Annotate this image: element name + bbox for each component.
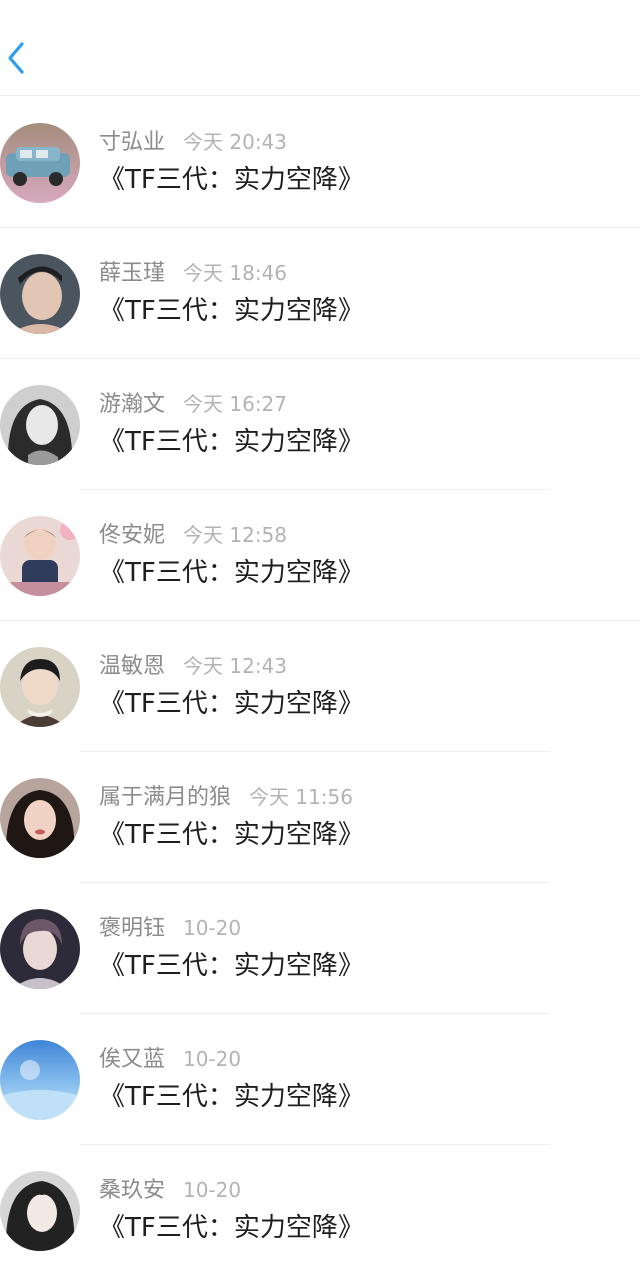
user-name[interactable]: 佟安妮 <box>99 523 165 548</box>
list-item[interactable]: 温敏恩 今天 12:43 《TF三代：实力空降》 <box>0 621 640 752</box>
user-name[interactable]: 俟又蓝 <box>99 1047 165 1072</box>
video-title[interactable]: 《TF三代：实力空降》 <box>99 689 364 719</box>
user-name[interactable]: 游瀚文 <box>99 392 165 417</box>
video-title[interactable]: 《TF三代：实力空降》 <box>99 1082 364 1112</box>
video-title[interactable]: 《TF三代：实力空降》 <box>99 427 364 457</box>
user-name[interactable]: 温敏恩 <box>99 654 165 679</box>
list-item[interactable]: 褒明钰 10-20 《TF三代：实力空降》 <box>0 883 640 1014</box>
message-list: 寸弘业 今天 20:43 《TF三代：实力空降》 薛玉瑾 今天 18:46 《TF三… <box>0 97 640 1276</box>
boy-avatar[interactable] <box>0 647 80 727</box>
timestamp: 10-20 <box>183 1178 242 1202</box>
timestamp: 今天 12:43 <box>183 654 288 678</box>
list-item[interactable]: 游瀚文 今天 16:27 《TF三代：实力空降》 <box>0 359 640 490</box>
back-button[interactable] <box>2 38 30 78</box>
list-item[interactable]: 薛玉瑾 今天 18:46 《TF三代：实力空降》 <box>0 228 640 359</box>
timestamp: 今天 11:56 <box>249 785 354 809</box>
user-name[interactable]: 桑玖安 <box>99 1178 165 1203</box>
timestamp: 10-20 <box>183 1047 242 1071</box>
anime-avatar[interactable] <box>0 1171 80 1251</box>
user-name[interactable]: 属于满月的狼 <box>99 785 231 810</box>
list-item[interactable]: 寸弘业 今天 20:43 《TF三代：实力空降》 <box>0 97 640 228</box>
timestamp: 10-20 <box>183 916 242 940</box>
timestamp: 今天 16:27 <box>183 392 288 416</box>
toy-car-avatar[interactable] <box>0 123 80 203</box>
video-title[interactable]: 《TF三代：实力空降》 <box>99 1213 364 1243</box>
timestamp: 今天 20:43 <box>183 130 288 154</box>
video-title[interactable]: 《TF三代：实力空降》 <box>99 558 364 588</box>
young-man-avatar[interactable] <box>0 909 80 989</box>
woman-bw-avatar[interactable] <box>0 385 80 465</box>
user-name[interactable]: 薛玉瑾 <box>99 261 165 286</box>
list-item[interactable]: 佟安妮 今天 12:58 《TF三代：实力空降》 <box>0 490 640 621</box>
user-name[interactable]: 褒明钰 <box>99 916 165 941</box>
chevron-left-icon <box>8 42 24 74</box>
blue-scenery-avatar[interactable] <box>0 1040 80 1120</box>
man-portrait-avatar[interactable] <box>0 254 80 334</box>
list-item[interactable]: 桑玖安 10-20 《TF三代：实力空降》 <box>0 1145 640 1276</box>
video-title[interactable]: 《TF三代：实力空降》 <box>99 165 364 195</box>
toddler-avatar[interactable] <box>0 516 80 596</box>
girl-avatar[interactable] <box>0 778 80 858</box>
list-item[interactable]: 属于满月的狼 今天 11:56 《TF三代：实力空降》 <box>0 752 640 883</box>
list-item[interactable]: 俟又蓝 10-20 《TF三代：实力空降》 <box>0 1014 640 1145</box>
timestamp: 今天 12:58 <box>183 523 288 547</box>
video-title[interactable]: 《TF三代：实力空降》 <box>99 951 364 981</box>
video-title[interactable]: 《TF三代：实力空降》 <box>99 820 364 850</box>
top-bar <box>0 0 640 96</box>
user-name[interactable]: 寸弘业 <box>99 130 165 155</box>
timestamp: 今天 18:46 <box>183 261 288 285</box>
video-title[interactable]: 《TF三代：实力空降》 <box>99 296 364 326</box>
